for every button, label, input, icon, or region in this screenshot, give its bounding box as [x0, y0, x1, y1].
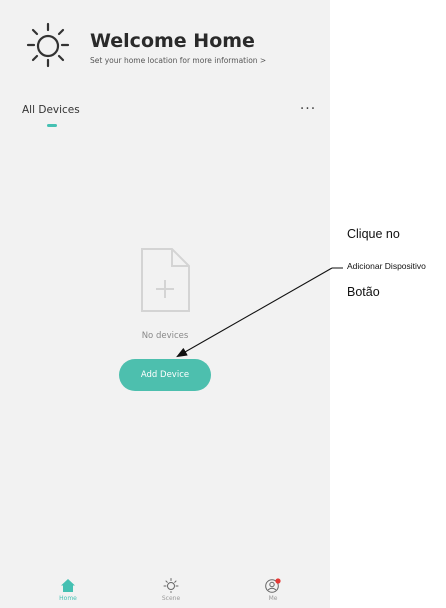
- app-screen: Welcome Home Set your home location for …: [0, 0, 330, 608]
- annotation-text-line1: Clique no: [347, 227, 400, 241]
- welcome-title: Welcome Home: [90, 30, 255, 52]
- set-location-link[interactable]: Set your home location for more informat…: [90, 56, 266, 65]
- more-options-button[interactable]: ···: [296, 100, 320, 118]
- add-device-button[interactable]: Add Device: [119, 359, 211, 391]
- annotation-text-line2: Adicionar Dispositivo: [347, 261, 426, 271]
- nav-home-label: Home: [59, 595, 77, 602]
- device-tabs: All Devices ···: [0, 101, 330, 132]
- scene-sun-icon: [163, 578, 179, 593]
- nav-me[interactable]: Me: [243, 572, 303, 608]
- tab-active-indicator: [47, 124, 57, 127]
- nav-scene-label: Scene: [161, 595, 181, 602]
- nav-me-label: Me: [268, 595, 278, 602]
- profile-icon: [265, 578, 281, 593]
- annotation-text-line3: Botão: [347, 285, 380, 299]
- nav-scene[interactable]: Scene: [141, 572, 201, 608]
- home-header: Welcome Home Set your home location for …: [0, 0, 330, 78]
- no-devices-message: No devices: [141, 331, 189, 341]
- tab-all-devices[interactable]: All Devices: [22, 104, 80, 116]
- notification-dot: [275, 578, 281, 584]
- document-add-icon: [141, 248, 190, 312]
- home-icon: [61, 579, 75, 592]
- bottom-navigation: Home Scene Me: [0, 572, 330, 608]
- nav-home[interactable]: Home: [38, 572, 98, 608]
- sun-icon: [26, 22, 70, 68]
